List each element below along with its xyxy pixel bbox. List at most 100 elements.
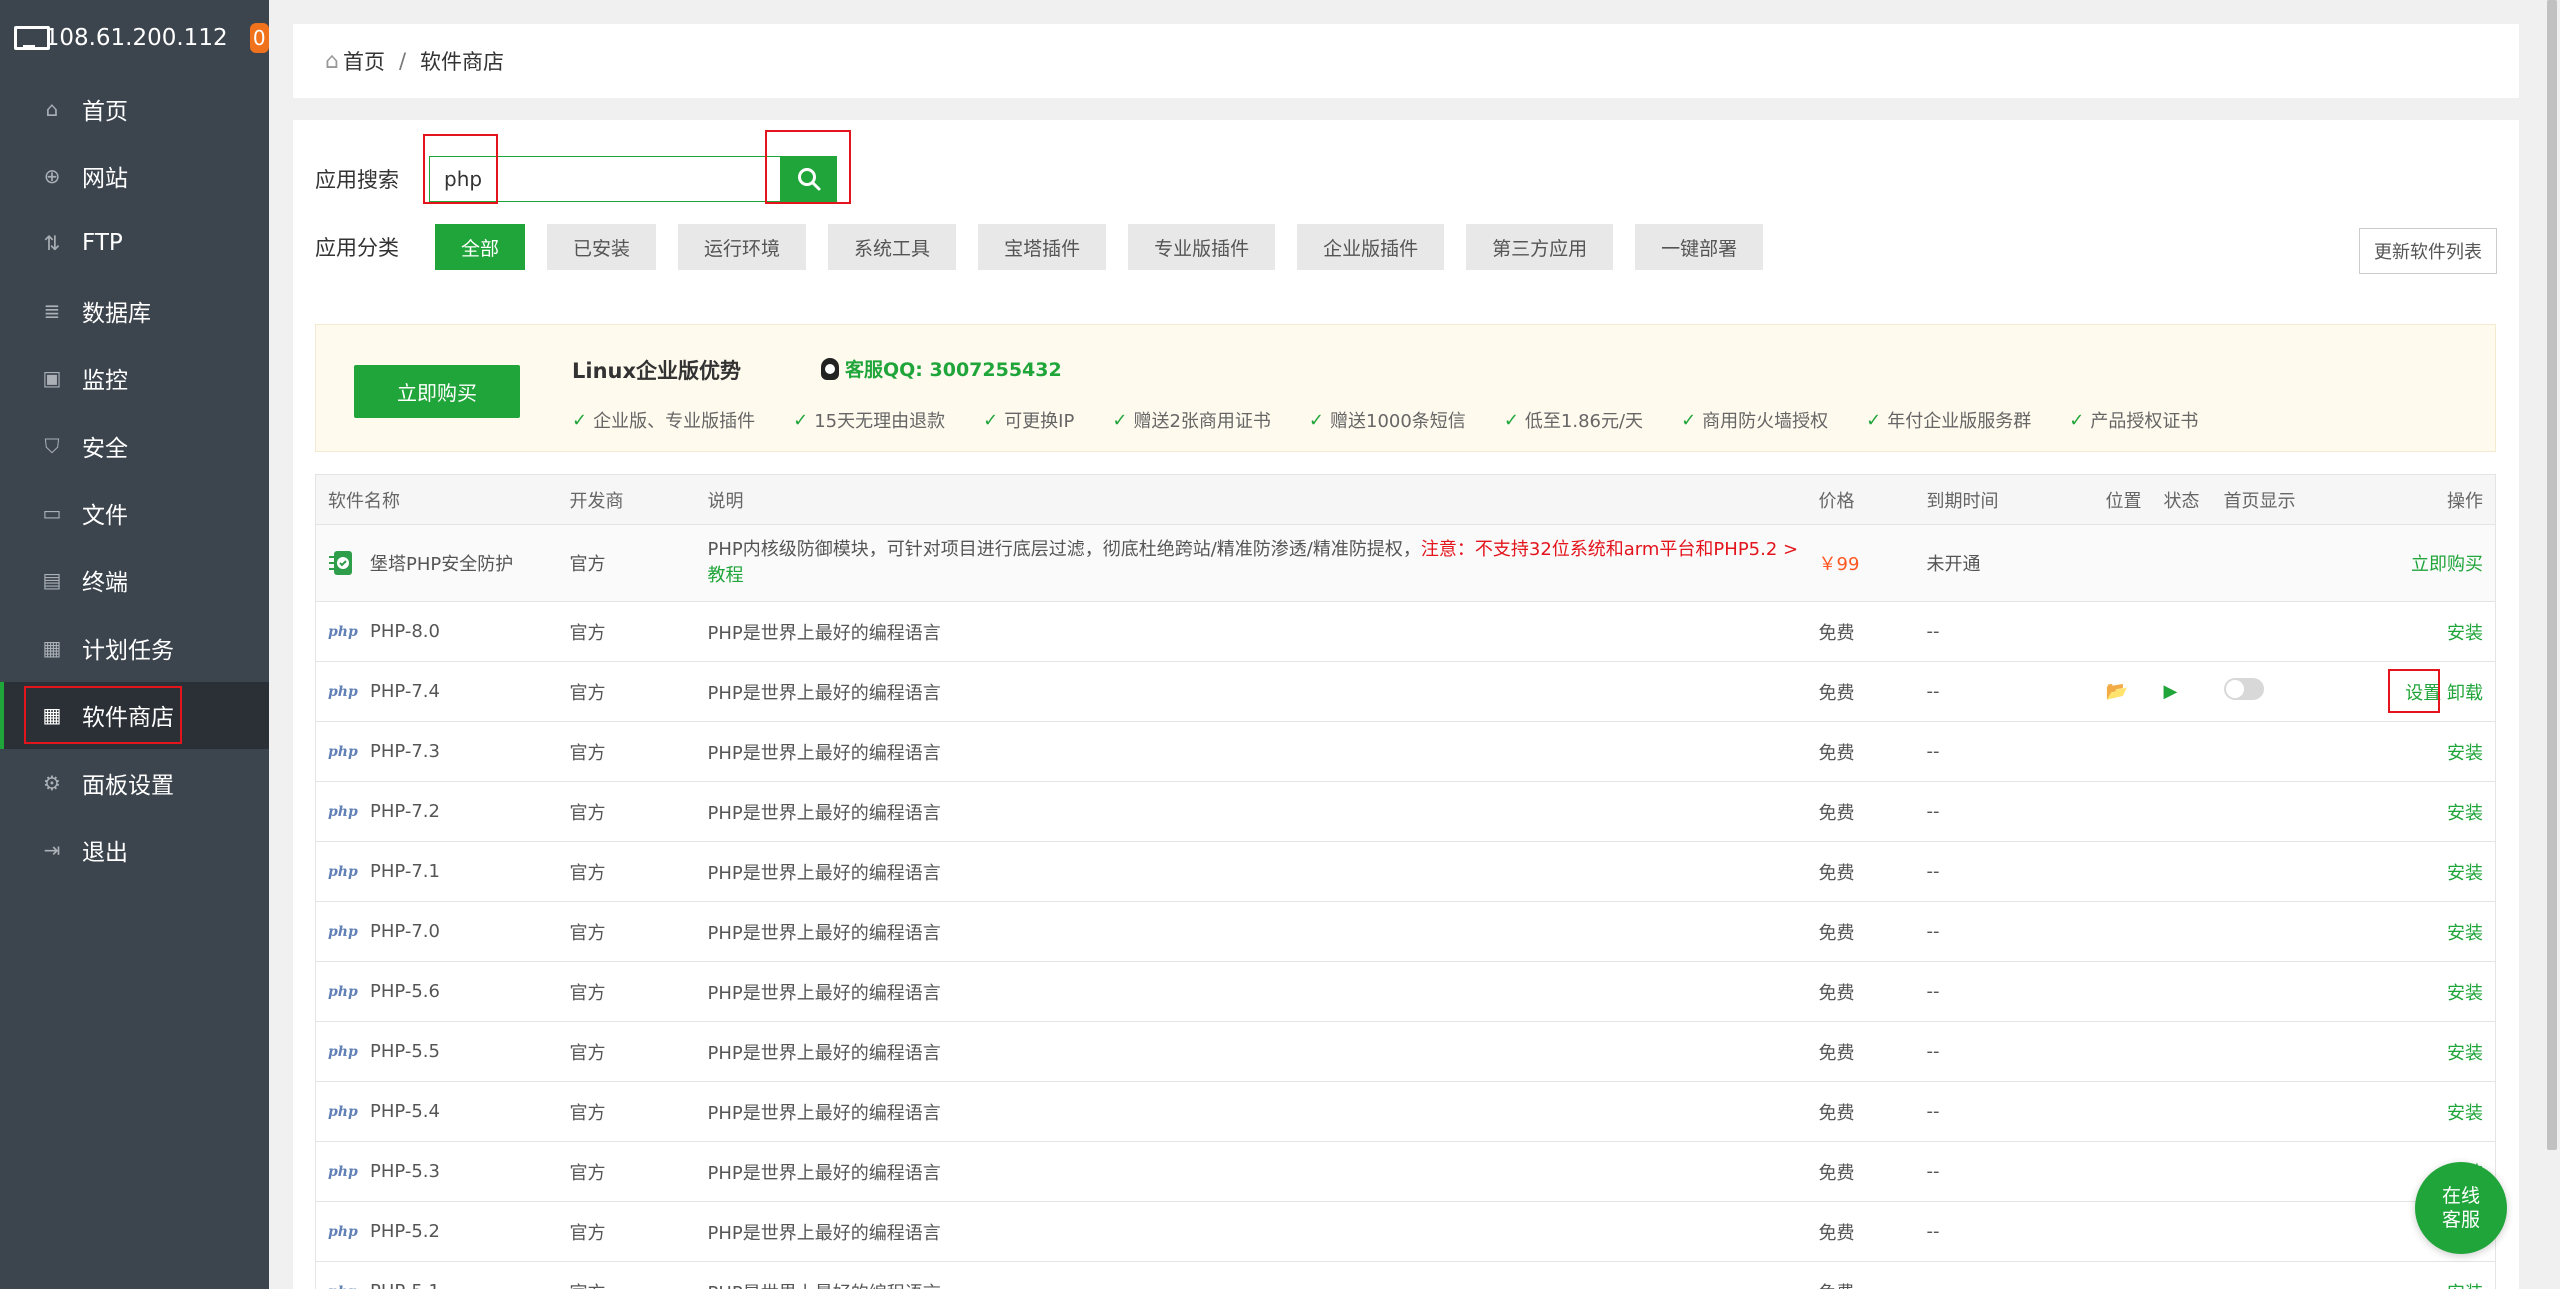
feature-list: ✓ 企业版、专业版插件 ✓ 15天无理由退款 ✓ 可更换IP ✓ 赠送2张商用证书 ✓ 赠送100… bbox=[572, 407, 2236, 433]
category-button[interactable]: 第三方应用 bbox=[1466, 224, 1614, 270]
status-cell bbox=[2151, 601, 2212, 662]
sidebar-item[interactable]: ▭ 文件 bbox=[0, 479, 269, 546]
price-cell: 免费 bbox=[1806, 1081, 1915, 1142]
install-button[interactable]: 安装 bbox=[2447, 983, 2483, 1004]
install-button[interactable]: 安装 bbox=[2447, 1283, 2483, 1289]
install-button[interactable]: 安装 bbox=[2447, 863, 2483, 884]
software-name: PHP-5.3 bbox=[370, 1161, 440, 1182]
category-button[interactable]: 专业版插件 bbox=[1128, 224, 1276, 270]
folder-icon[interactable]: 📂 bbox=[2106, 681, 2128, 702]
online-support-button[interactable]: 在线 客服 bbox=[2415, 1162, 2507, 1254]
software-name: PHP-8.0 bbox=[370, 621, 440, 642]
location-cell bbox=[2093, 524, 2152, 602]
sidebar-item[interactable]: ⇅ FTP bbox=[0, 210, 269, 277]
sidebar-item[interactable]: ≣ 数据库 bbox=[0, 277, 269, 344]
table-row: php PHP-7.1 官方 PHP是世界上最好的编程语言 免费 -- 安装 bbox=[315, 841, 2496, 902]
breadcrumb-home[interactable]: 首页 bbox=[343, 46, 385, 76]
home-icon[interactable]: ⌂ bbox=[325, 49, 339, 74]
promo-qq[interactable]: 客服QQ: 3007255432 bbox=[821, 355, 1062, 382]
notification-badge[interactable]: 0 bbox=[249, 22, 269, 53]
category-button[interactable]: 一键部署 bbox=[1635, 224, 1764, 270]
category-button[interactable]: 已安装 bbox=[547, 224, 657, 270]
category-button[interactable]: 企业版插件 bbox=[1297, 224, 1445, 270]
home-display-cell bbox=[2211, 1021, 2322, 1082]
expire-cell: -- bbox=[1914, 601, 2094, 662]
software-name: PHP-5.4 bbox=[370, 1101, 440, 1122]
sidebar-item[interactable]: ⌂ 首页 bbox=[0, 75, 269, 142]
scrollbar-thumb[interactable] bbox=[2547, 0, 2557, 1150]
category-button[interactable]: 全部 bbox=[435, 224, 526, 270]
install-button[interactable]: 安装 bbox=[2447, 803, 2483, 824]
expire-cell: -- bbox=[1914, 1141, 2094, 1202]
software-name: PHP-5.1 bbox=[370, 1281, 440, 1289]
settings-button[interactable]: 设置 bbox=[2405, 683, 2441, 704]
developer-cell: 官方 bbox=[557, 601, 696, 662]
folder-icon: ▭ bbox=[42, 501, 62, 526]
developer-cell: 官方 bbox=[557, 781, 696, 842]
sidebar-item[interactable]: ⊕ 网站 bbox=[0, 142, 269, 209]
support-line2: 客服 bbox=[2441, 1209, 2480, 1231]
install-button[interactable]: 安装 bbox=[2447, 743, 2483, 764]
name-cell: php PHP-5.6 bbox=[315, 961, 558, 1022]
price-cell: 免费 bbox=[1806, 1201, 1915, 1262]
location-cell bbox=[2093, 1081, 2152, 1142]
feature-text: 企业版、专业版插件 bbox=[593, 411, 756, 432]
category-button[interactable]: 系统工具 bbox=[828, 224, 957, 270]
col-name: 软件名称 bbox=[315, 474, 558, 525]
sidebar-item[interactable]: ▦ 计划任务 bbox=[0, 614, 269, 681]
search-input[interactable]: php bbox=[429, 156, 781, 202]
col-action: 操作 bbox=[2321, 474, 2496, 525]
php-icon: php bbox=[328, 623, 358, 640]
description-cell: PHP是世界上最好的编程语言 bbox=[695, 601, 1807, 662]
action-cell: 设置 卸载 bbox=[2321, 661, 2496, 722]
php-icon: php bbox=[328, 803, 358, 820]
name-cell: php PHP-7.2 bbox=[315, 781, 558, 842]
qq-icon bbox=[821, 357, 839, 380]
feature-text: 产品授权证书 bbox=[2090, 411, 2199, 432]
buy-now-button[interactable]: 立即购买 bbox=[354, 365, 520, 418]
sidebar-item-label: 首页 bbox=[82, 98, 128, 125]
developer-cell: 官方 bbox=[557, 1261, 696, 1289]
install-button[interactable]: 安装 bbox=[2447, 923, 2483, 944]
category-button[interactable]: 运行环境 bbox=[678, 224, 807, 270]
breadcrumb: ⌂ 首页 / 软件商店 bbox=[293, 24, 2519, 98]
feature-text: 低至1.86元/天 bbox=[1524, 411, 1644, 432]
install-button[interactable]: 安装 bbox=[2447, 1103, 2483, 1124]
name-cell: 堡塔PHP安全防护 bbox=[315, 524, 558, 602]
uninstall-button[interactable]: 卸载 bbox=[2447, 683, 2483, 704]
sidebar-item[interactable]: ▤ 终端 bbox=[0, 547, 269, 614]
check-icon: ✓ bbox=[572, 409, 588, 431]
category-button[interactable]: 宝塔插件 bbox=[978, 224, 1107, 270]
sidebar-item-label: FTP bbox=[82, 230, 123, 257]
check-icon: ✓ bbox=[1681, 409, 1697, 431]
price-cell: 免费 bbox=[1806, 1021, 1915, 1082]
sidebar-item[interactable]: ▣ 监控 bbox=[0, 345, 269, 412]
sidebar-item[interactable]: ⛉ 安全 bbox=[0, 412, 269, 479]
tutorial-link[interactable]: 教程 bbox=[708, 565, 744, 586]
description-cell: PHP是世界上最好的编程语言 bbox=[695, 961, 1807, 1022]
sidebar-item[interactable]: ⇥ 退出 bbox=[0, 816, 269, 883]
update-list-button[interactable]: 更新软件列表 bbox=[2359, 228, 2497, 274]
search-button[interactable] bbox=[781, 156, 837, 202]
check-icon: ✓ bbox=[1308, 409, 1324, 431]
scrollbar[interactable] bbox=[2544, 0, 2560, 1289]
terminal-icon: ▤ bbox=[42, 568, 62, 593]
name-cell: php PHP-7.4 bbox=[315, 661, 558, 722]
sidebar-item[interactable]: ▦ 软件商店 bbox=[0, 681, 269, 750]
install-button[interactable]: 安装 bbox=[2447, 623, 2483, 644]
search-row: 应用搜索 php bbox=[315, 156, 837, 202]
install-button[interactable]: 安装 bbox=[2447, 1043, 2483, 1064]
php-icon: php bbox=[328, 1043, 358, 1060]
price-cell: 免费 bbox=[1806, 721, 1915, 782]
location-cell bbox=[2093, 781, 2152, 842]
developer-cell: 官方 bbox=[557, 1201, 696, 1262]
buy-button[interactable]: 立即购买 bbox=[2411, 554, 2483, 575]
gear-icon: ⚙ bbox=[43, 770, 61, 795]
home-display-toggle[interactable] bbox=[2223, 678, 2264, 700]
expire-cell: -- bbox=[1914, 1261, 2094, 1289]
sidebar-item[interactable]: ⚙ 面板设置 bbox=[0, 749, 269, 816]
promo-banner: 立即购买 Linux企业版优势 客服QQ: 3007255432 ✓ 企业版、专业… bbox=[315, 324, 2496, 452]
name-cell: php PHP-5.1 bbox=[315, 1261, 558, 1289]
home-display-cell bbox=[2211, 961, 2322, 1022]
play-icon[interactable]: ▶ bbox=[2164, 681, 2178, 702]
